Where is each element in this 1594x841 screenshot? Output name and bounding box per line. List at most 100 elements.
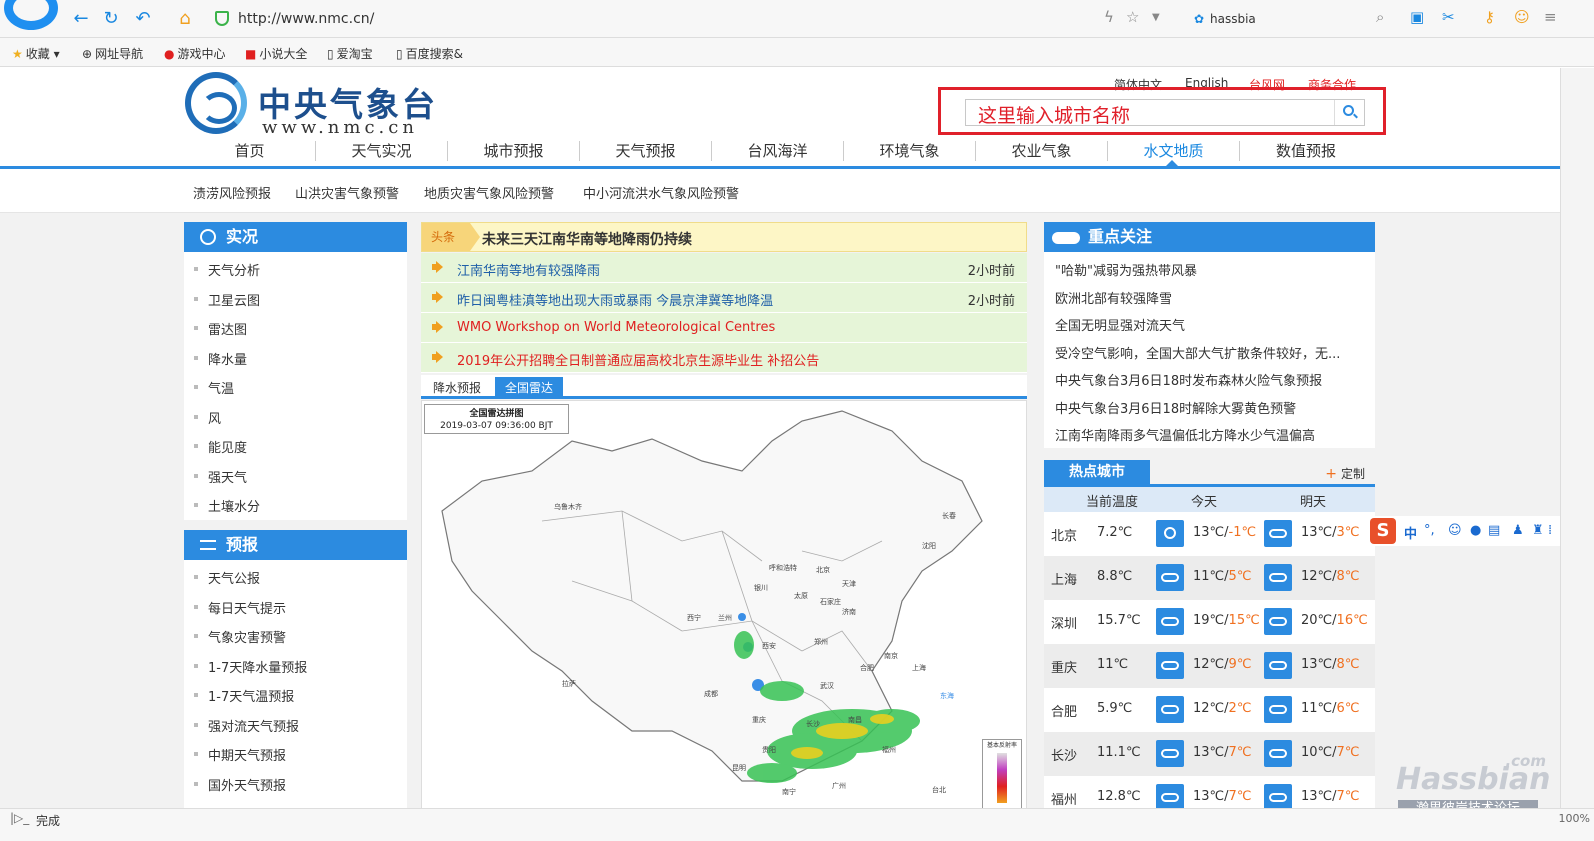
subnav-waterlogging[interactable]: 渍涝风险预报 (193, 183, 271, 202)
keyboard-icon[interactable]: ▤ (1488, 523, 1500, 538)
city-name[interactable]: 合肥 (1051, 701, 1077, 720)
focus-item[interactable]: 中央气象台3月6日18时发布森林火险气象预报 (1055, 370, 1360, 389)
forecast-item[interactable]: 强对流天气预报 (193, 716, 299, 735)
focus-item[interactable]: 欧洲北部有较强降雪 (1055, 288, 1360, 307)
back-icon[interactable]: ← (70, 8, 92, 30)
forecast-item[interactable]: 每日天气提示 (193, 598, 286, 617)
scissors-icon[interactable]: ✂ (1442, 8, 1455, 26)
nav-city-forecast[interactable]: 城市预报 (448, 141, 580, 161)
bookmark-taobao[interactable]: ▯ 爱淘宝 (327, 45, 373, 62)
live-item[interactable]: 风 (193, 408, 221, 427)
live-item[interactable]: 雷达图 (193, 319, 247, 338)
city-name[interactable]: 长沙 (1051, 745, 1077, 764)
news-item[interactable]: 2019年公开招聘全日制普通应届高校北京生源毕业生 补招公告 (421, 343, 1027, 373)
refresh-icon[interactable]: ↻ (100, 8, 122, 30)
live-item[interactable]: 能见度 (193, 437, 247, 456)
nav-typhoon-ocean[interactable]: 台风海洋 (712, 141, 844, 161)
city-name[interactable]: 深圳 (1051, 613, 1077, 632)
city-name[interactable]: 北京 (1051, 525, 1077, 544)
lightning-icon[interactable]: ϟ (1104, 8, 1114, 26)
punctuation-icon[interactable]: °, (1424, 523, 1435, 538)
forecast-item[interactable]: 天气公报 (193, 568, 260, 587)
forecast-item[interactable]: 国外天气预报 (193, 775, 286, 794)
city-name[interactable]: 上海 (1051, 569, 1077, 588)
city-row[interactable]: 合肥 5.9℃ 12℃/2℃ 11℃/6℃ (1044, 688, 1375, 732)
nav-home[interactable]: 首页 (184, 141, 316, 161)
vertical-scrollbar[interactable] (1560, 68, 1594, 813)
extension-icon[interactable]: ▣ (1410, 8, 1424, 26)
microphone-icon[interactable]: ● (1470, 523, 1481, 538)
radar-map[interactable]: 全国雷达拼图 2019-03-07 09:36:00 BJT 乌鲁木齐 呼和浩特… (421, 400, 1027, 812)
zoom-level[interactable]: 100% (1559, 812, 1590, 825)
city-row[interactable]: 重庆 11℃ 12℃/9℃ 13℃/8℃ (1044, 644, 1375, 688)
live-item[interactable]: 气温 (193, 378, 234, 397)
home-icon[interactable]: ⌂ (174, 8, 196, 30)
forecast-item[interactable]: 中期天气预报 (193, 745, 286, 764)
live-item[interactable]: 土壤水分 (193, 496, 260, 515)
focus-item[interactable]: 中央气象台3月6日18时解除大雾黄色预警 (1055, 398, 1360, 417)
headline-title[interactable]: 未来三天江南华南等地降雨仍持续 (482, 229, 692, 249)
user-icon[interactable]: ♟ (1512, 523, 1524, 538)
news-item[interactable]: WMO Workshop on World Meteorological Cen… (421, 313, 1027, 343)
chevron-down-icon[interactable]: ▼ (1152, 12, 1160, 23)
menu-icon[interactable]: ≡ (1544, 8, 1557, 26)
nmc-logo-icon[interactable] (185, 72, 247, 134)
focus-item[interactable]: 江南华南降雨多气温偏低北方降水少气温偏高 (1055, 425, 1360, 444)
nav-hydrology[interactable]: 水文地质 (1108, 141, 1240, 161)
news-title[interactable]: WMO Workshop on World Meteorological Cen… (457, 320, 775, 335)
star-icon[interactable]: ☆ (1126, 8, 1139, 26)
nav-numerical[interactable]: 数值预报 (1240, 141, 1372, 161)
live-item[interactable]: 降水量 (193, 349, 247, 368)
news-title[interactable]: 2019年公开招聘全日制普通应届高校北京生源毕业生 补招公告 (457, 350, 819, 369)
live-item[interactable]: 强天气 (193, 467, 247, 486)
focus-item[interactable]: "哈勒"减弱为强热带风暴 (1055, 260, 1360, 279)
emoji-icon[interactable]: ☺ (1448, 523, 1462, 538)
url-text[interactable]: http://www.nmc.cn/ (238, 11, 374, 27)
address-bar[interactable]: http://www.nmc.cn/ (210, 6, 1090, 32)
live-item[interactable]: 天气分析 (193, 260, 260, 279)
nav-weather-forecast[interactable]: 天气预报 (580, 141, 712, 161)
forecast-item[interactable]: 1-7天气温预报 (193, 686, 294, 705)
customize-button[interactable]: + 定制 (1325, 465, 1365, 482)
search-icon[interactable]: ⌕ (1376, 8, 1384, 26)
grid-icon[interactable]: ⁞ (1548, 523, 1552, 538)
subnav-flash-flood[interactable]: 山洪灾害气象预警 (295, 183, 399, 202)
nav-environment[interactable]: 环境气象 (844, 141, 976, 161)
city-row[interactable]: 上海 8.8℃ 11℃/5℃ 12℃/8℃ (1044, 556, 1375, 600)
live-item[interactable]: 卫星云图 (193, 290, 260, 309)
nav-agriculture[interactable]: 农业气象 (976, 141, 1108, 161)
tab-national-radar[interactable]: 全国雷达 (495, 377, 564, 399)
city-row[interactable]: 北京 7.2℃ 13℃/-1℃ 13℃/3℃ (1044, 512, 1375, 556)
city-row[interactable]: 深圳 15.7℃ 19℃/15℃ 20℃/16℃ (1044, 600, 1375, 644)
search-button[interactable] (1334, 100, 1364, 125)
focus-item[interactable]: 受冷空气影响，全国大部大气扩散条件较好，无... (1055, 343, 1360, 362)
subnav-small-river[interactable]: 中小河流洪水气象风险预警 (583, 183, 739, 202)
city-row[interactable]: 长沙 11.1℃ 13℃/7℃ 10℃/7℃ (1044, 732, 1375, 776)
sogou-icon[interactable]: S (1370, 518, 1396, 544)
news-item[interactable]: 江南华南等地有较强降雨 2小时前 (421, 253, 1027, 283)
bookmark-nav[interactable]: ⊕ 网址导航 (82, 45, 143, 62)
bookmark-games[interactable]: ● 游戏中心 (164, 45, 226, 62)
ime-mode[interactable]: 中 (1404, 523, 1417, 542)
key-icon[interactable]: ⚷ (1484, 8, 1495, 26)
city-name[interactable]: 重庆 (1051, 657, 1077, 676)
headline[interactable]: 头条 未来三天江南华南等地降雨仍持续 (421, 222, 1027, 252)
bookmark-baidu[interactable]: ▯ 百度搜索& (396, 45, 463, 62)
nav-live-weather[interactable]: 天气实况 (316, 141, 448, 161)
city-name[interactable]: 福州 (1051, 789, 1077, 808)
forecast-item[interactable]: 气象灾害预警 (193, 627, 286, 646)
user-account[interactable]: ✿ hassbia (1190, 6, 1400, 32)
bookmark-novels[interactable]: ■ 小说大全 (245, 45, 307, 62)
subnav-geological[interactable]: 地质灾害气象风险预警 (424, 183, 554, 202)
undo-icon[interactable]: ↶ (132, 8, 154, 30)
news-title[interactable]: 江南华南等地有较强降雨 (457, 260, 600, 279)
forecast-item[interactable]: 1-7天降水量预报 (193, 657, 307, 676)
bookmark-favorites[interactable]: ★ 收藏 ▾ (12, 45, 60, 62)
city-search-input[interactable]: 这里输入城市名称 (965, 99, 1365, 127)
tab-precip-forecast[interactable]: 降水预报 (423, 377, 491, 399)
smiley-icon[interactable]: ☺ (1514, 8, 1530, 26)
skin-icon[interactable]: ♜ (1532, 523, 1544, 538)
news-title[interactable]: 昨日闽粤桂滇等地出现大雨或暴雨 今晨京津冀等地降温 (457, 290, 773, 309)
news-item[interactable]: 昨日闽粤桂滇等地出现大雨或暴雨 今晨京津冀等地降温 2小时前 (421, 283, 1027, 313)
focus-item[interactable]: 全国无明显强对流天气 (1055, 315, 1360, 334)
